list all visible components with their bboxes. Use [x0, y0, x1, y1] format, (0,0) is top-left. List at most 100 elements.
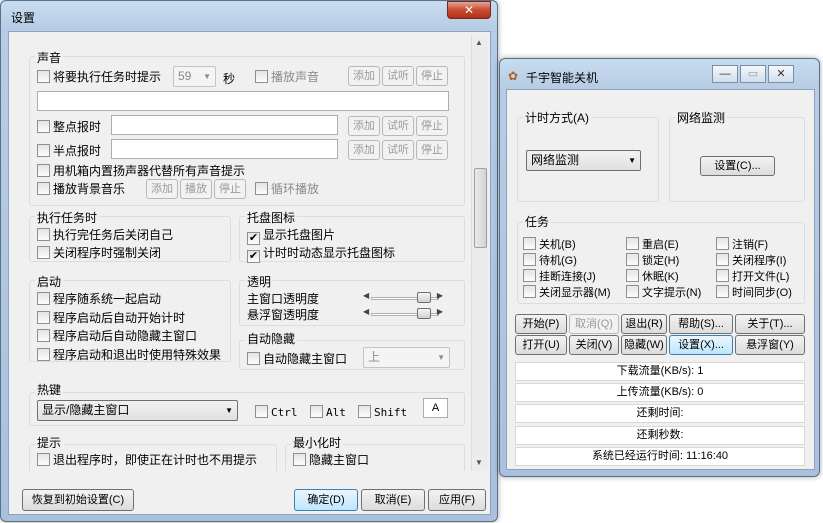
force-close-checkbox[interactable]: 关闭程序时强制关闭 [37, 246, 161, 260]
task-checkbox[interactable]: 关闭程序(I) [716, 253, 786, 268]
ctrl-checkbox[interactable]: Ctrl [255, 405, 298, 420]
minimize-button[interactable]: — [712, 65, 738, 83]
remain-seconds-status: 还剩秒数: [515, 426, 805, 445]
exit-button[interactable]: 退出(R) [621, 314, 667, 334]
settings-client: 声音 将要执行任务时提示 59 ▼ 秒 播放声音 添加 试听 停止 整点报时 添加… [8, 31, 491, 515]
task-checkbox[interactable]: 重启(E) [626, 237, 679, 252]
shift-checkbox[interactable]: Shift [358, 405, 407, 420]
hide-button[interactable]: 隐藏(W) [621, 335, 667, 355]
close-self-checkbox[interactable]: 执行完任务后关闭自己 [37, 228, 173, 242]
show-tray-checkbox[interactable]: ✔ 显示托盘图片 [247, 228, 335, 245]
stop-button-1[interactable]: 停止 [416, 66, 448, 86]
main-title: 千宇智能关机 [526, 71, 599, 85]
seconds-unit: 秒 [223, 72, 236, 86]
bg-play-button[interactable]: 播放 [180, 179, 212, 199]
task-checkbox[interactable]: 锁定(H) [626, 253, 679, 268]
main-transparency-slider[interactable]: ◀ ▶ [363, 291, 443, 305]
timing-header: 计时方式(A) [523, 109, 591, 126]
prompt-sound-path-input[interactable] [37, 91, 449, 111]
about-button[interactable]: 关于(T)... [735, 314, 805, 334]
effects-checkbox[interactable]: 程序启动和退出时使用特殊效果 [37, 348, 221, 362]
settings-scroll-area: 声音 将要执行任务时提示 59 ▼ 秒 播放声音 添加 试听 停止 整点报时 添加… [23, 36, 475, 471]
transparency-header: 透明 [245, 273, 274, 290]
main-client: 计时方式(A) 网络监测 ▼ 网络监测 设置(C)... 任务 关机(B) 重启(E… [506, 89, 815, 470]
seconds-combo[interactable]: 59 ▼ [173, 66, 216, 87]
float-transparency-slider[interactable]: ◀ ▶ [363, 307, 443, 321]
bg-add-button[interactable]: 添加 [146, 179, 178, 199]
settings-close-button[interactable]: ✕ [447, 1, 491, 19]
task-checkbox[interactable]: 休眠(K) [626, 269, 679, 284]
task-checkbox[interactable]: 关闭显示器(M) [523, 285, 611, 300]
task-checkbox[interactable]: 注销(F) [716, 237, 768, 252]
net-settings-button[interactable]: 设置(C)... [700, 156, 775, 176]
hourly-path-input[interactable] [111, 115, 338, 135]
timing-mode-combo[interactable]: 网络监测 ▼ [526, 150, 641, 171]
start-button[interactable]: 开始(P) [515, 314, 567, 334]
hourly-checkbox[interactable]: 整点报时 [37, 120, 101, 134]
float-window-button[interactable]: 悬浮窗(Y) [735, 335, 805, 355]
play-sound-checkbox[interactable]: 播放声音 [255, 70, 319, 84]
listen-button-1[interactable]: 试听 [382, 66, 414, 86]
add-button-3[interactable]: 添加 [348, 140, 380, 160]
alt-checkbox[interactable]: Alt [310, 405, 346, 420]
stop-button-3[interactable]: 停止 [416, 140, 448, 160]
float-transparency-label: 悬浮窗透明度 [247, 308, 320, 322]
minimize-hide-checkbox[interactable]: 隐藏主窗口 [293, 453, 369, 467]
download-status: 下载流量(KB/s): 1 [515, 362, 805, 381]
autohide-position-combo[interactable]: 上 ▼ [363, 347, 450, 368]
auto-hide-main-checkbox[interactable]: 自动隐藏主窗口 [247, 352, 347, 366]
scroll-thumb[interactable] [474, 168, 487, 248]
task-checkbox[interactable]: 时间同步(O) [716, 285, 792, 300]
minimize-header: 最小化时 [291, 434, 344, 451]
half-hour-checkbox[interactable]: 半点报时 [37, 144, 101, 158]
pc-speaker-checkbox[interactable]: 用机箱内置扬声器代替所有声音提示 [37, 164, 245, 178]
bg-music-checkbox[interactable]: 播放背景音乐 [37, 182, 125, 196]
loop-checkbox[interactable]: 循环播放 [255, 182, 319, 196]
hotkey-header: 热键 [35, 381, 64, 398]
hotkey-key-input[interactable]: A [423, 398, 448, 418]
add-button-1[interactable]: 添加 [348, 66, 380, 86]
ok-button[interactable]: 确定(D) [294, 489, 358, 511]
autohide-header: 自动隐藏 [245, 330, 298, 347]
dynamic-tray-checkbox[interactable]: ✔ 计时时动态显示托盘图标 [247, 246, 395, 263]
task-checkbox[interactable]: 待机(G) [523, 253, 577, 268]
task-checkbox[interactable]: 关机(B) [523, 237, 576, 252]
maximize-button[interactable]: ▭ [740, 65, 766, 83]
startup-header: 启动 [35, 273, 64, 290]
hotkey-action-combo[interactable]: 显示/隐藏主窗口 ▼ [37, 400, 238, 421]
exit-no-prompt-checkbox[interactable]: 退出程序时，即使正在计时也不用提示 [37, 453, 257, 467]
cancel-button[interactable]: 取消(E) [361, 489, 425, 511]
stop-button-2[interactable]: 停止 [416, 116, 448, 136]
half-hour-path-input[interactable] [111, 139, 338, 159]
task-checkbox[interactable]: 文字提示(N) [626, 285, 701, 300]
add-button-2[interactable]: 添加 [348, 116, 380, 136]
auto-timer-checkbox[interactable]: 程序启动后自动开始计时 [37, 311, 185, 325]
listen-button-3[interactable]: 试听 [382, 140, 414, 160]
listen-button-2[interactable]: 试听 [382, 116, 414, 136]
settings-scrollbar[interactable]: ▲ ▼ [471, 36, 488, 471]
bg-stop-button[interactable]: 停止 [214, 179, 246, 199]
sound-header: 声音 [35, 49, 64, 66]
upload-status: 上传流量(KB/s): 0 [515, 383, 805, 402]
net-header: 网络监测 [675, 109, 728, 126]
apply-button[interactable]: 应用(F) [428, 489, 486, 511]
open-button[interactable]: 打开(U) [515, 335, 567, 355]
main-transparency-label: 主窗口透明度 [247, 292, 320, 306]
close-main-button[interactable]: 关闭(V) [569, 335, 619, 355]
remain-time-status: 还剩时间: [515, 404, 805, 423]
auto-hide-start-checkbox[interactable]: 程序启动后自动隐藏主窗口 [37, 329, 197, 343]
restore-defaults-button[interactable]: 恢复到初始设置(C) [22, 489, 134, 511]
close-button[interactable]: ✕ [768, 65, 794, 83]
tasks-header: 任务 [523, 213, 552, 230]
task-checkbox[interactable]: 打开文件(L) [716, 269, 789, 284]
with-system-checkbox[interactable]: 程序随系统一起启动 [37, 292, 161, 306]
settings-button[interactable]: 设置(X)... [669, 335, 733, 355]
scroll-up-icon[interactable]: ▲ [475, 38, 483, 47]
cancel-timer-button[interactable]: 取消(Q) [569, 314, 619, 334]
exec-header: 执行任务时 [35, 209, 100, 226]
task-checkbox[interactable]: 挂断连接(J) [523, 269, 596, 284]
help-button[interactable]: 帮助(S)... [669, 314, 733, 334]
tray-header: 托盘图标 [245, 209, 298, 226]
task-prompt-checkbox[interactable]: 将要执行任务时提示 [37, 70, 161, 84]
scroll-down-icon[interactable]: ▼ [475, 458, 483, 467]
